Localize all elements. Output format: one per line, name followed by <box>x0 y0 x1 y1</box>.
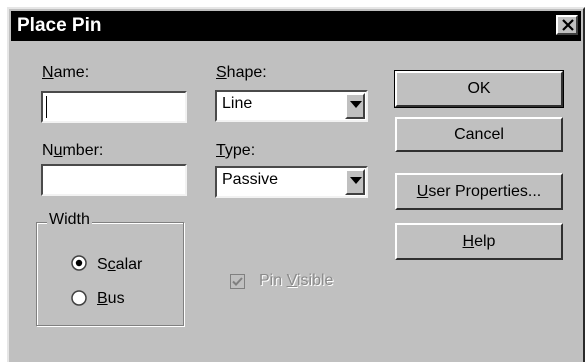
shape-select[interactable]: Line <box>215 90 368 122</box>
chevron-down-icon <box>350 101 362 108</box>
type-label: Type: <box>216 142 256 159</box>
type-select-value: Passive <box>222 171 279 188</box>
cancel-button-label: Cancel <box>454 125 504 143</box>
scalar-radio[interactable] <box>71 255 87 271</box>
help-button[interactable]: Help <box>395 223 563 260</box>
width-group-legend: Width <box>47 211 92 229</box>
user-properties-button-label: User Properties... <box>416 182 542 200</box>
ok-button[interactable]: OK <box>394 70 564 108</box>
width-groupbox <box>36 222 184 326</box>
help-button-label: Help <box>462 232 496 250</box>
number-field[interactable] <box>41 164 187 196</box>
text-caret <box>46 96 47 118</box>
number-label: Number: <box>42 142 104 159</box>
type-select[interactable]: Passive <box>215 166 368 198</box>
name-label: Name: <box>42 64 90 81</box>
bus-radio-label: Bus <box>97 290 125 307</box>
ok-button-label: OK <box>467 80 491 97</box>
shape-label: Shape: <box>216 64 267 81</box>
type-dropdown-button[interactable] <box>345 169 365 195</box>
dialog-title: Place Pin <box>17 15 102 36</box>
close-icon <box>562 19 574 31</box>
scalar-radio-label: Scalar <box>97 256 143 273</box>
pin-visible-label: Pin Visible <box>259 272 334 289</box>
cancel-button[interactable]: Cancel <box>395 117 563 152</box>
shape-dropdown-button[interactable] <box>345 93 365 119</box>
user-properties-button[interactable]: User Properties... <box>395 173 563 210</box>
bus-radio[interactable] <box>71 290 87 306</box>
title-bar[interactable]: Place Pin <box>11 11 581 41</box>
pin-visible-checkbox[interactable] <box>230 274 245 289</box>
name-field[interactable] <box>41 91 187 123</box>
chevron-down-icon <box>350 177 362 184</box>
close-button[interactable] <box>556 15 578 35</box>
shape-select-value: Line <box>222 95 253 112</box>
